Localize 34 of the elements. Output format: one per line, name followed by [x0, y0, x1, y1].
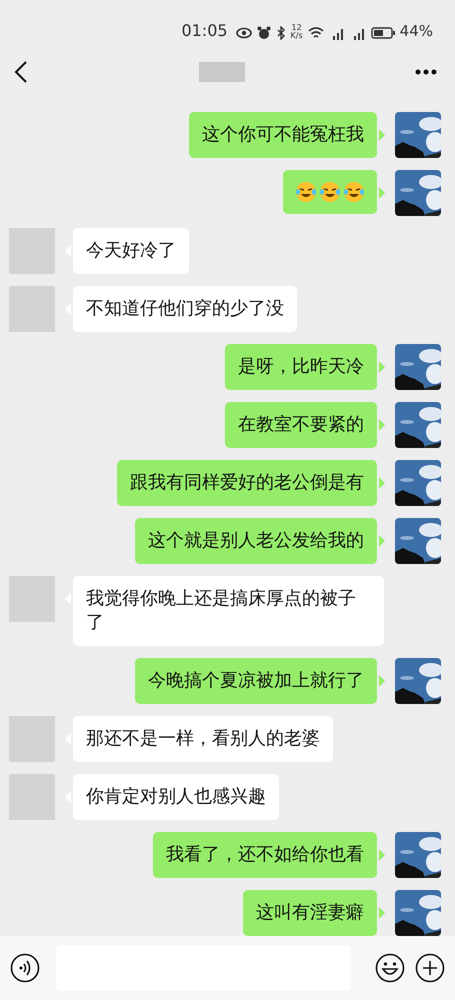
laughing-emoji-icon: [295, 181, 317, 203]
message-bubble: 我觉得你晚上还是搞床厚点的被子了: [73, 576, 384, 646]
avatar: [9, 576, 55, 622]
avatar: [9, 716, 55, 762]
battery-icon: [370, 26, 395, 40]
message-bubble: 这个你可不能冤枉我: [189, 112, 377, 158]
emoji-icon[interactable]: [375, 953, 405, 983]
avatar: [9, 286, 55, 332]
laughing-emoji-icon: [319, 181, 341, 203]
bluetooth-icon: [276, 26, 286, 40]
message-bubble: 跟我有同样爱好的老公倒是有: [117, 460, 377, 506]
message-bubble: 这个就是别人老公发给我的: [135, 518, 377, 564]
message-bubble: 你肯定对别人也感兴趣: [73, 774, 279, 820]
more-icon[interactable]: [415, 69, 437, 75]
wifi-icon: [308, 26, 324, 40]
avatar: [9, 774, 55, 820]
message-bubble: 这叫有淫妻癖: [243, 890, 377, 936]
message-bubble: 今天好冷了: [73, 228, 189, 274]
add-icon[interactable]: [415, 953, 445, 983]
message-bubble: 不知道仔他们穿的少了没: [73, 286, 297, 332]
message-bubble: 那还不是一样，看别人的老婆: [73, 716, 333, 762]
redacted-title: [198, 62, 244, 82]
voice-icon[interactable]: [10, 953, 40, 983]
message-bubble: 今晚搞个夏凉被加上就行了: [135, 658, 377, 704]
message-bubble: 是呀，比昨天冷: [225, 344, 377, 390]
message-bubble: 我看了，还不如给你也看: [153, 832, 377, 878]
network-speed: 12 K/s: [290, 24, 303, 40]
clock-time: 01:05: [181, 21, 228, 40]
laughing-emoji-icon: [343, 181, 365, 203]
avatar: [9, 228, 55, 274]
battery-percent: 44%: [400, 22, 433, 40]
eye-icon: [236, 26, 252, 40]
back-icon[interactable]: [14, 61, 28, 83]
message-bubble: 在教室不要紧的: [225, 402, 377, 448]
